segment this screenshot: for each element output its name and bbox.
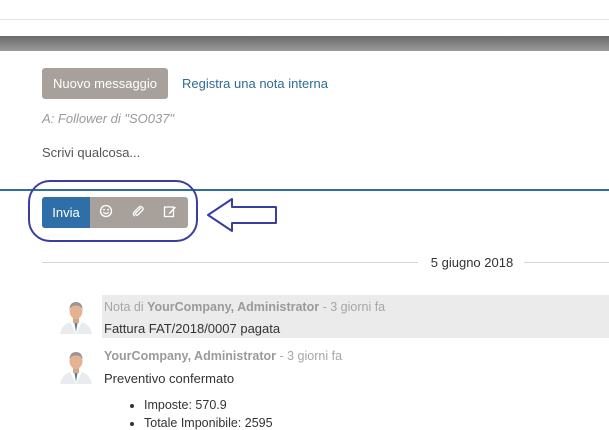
log-note-link[interactable]: Registra una nota interna (182, 76, 328, 91)
chatter-top-divider (0, 36, 609, 51)
emoji-button[interactable] (90, 197, 122, 228)
message-author[interactable]: YourCompany, Administrator (104, 349, 276, 363)
message-body: Fattura FAT/2018/0007 pagata (104, 321, 281, 336)
date-separator-line (524, 262, 609, 263)
full-composer-button[interactable] (154, 197, 186, 228)
annotation-arrow-icon (207, 198, 277, 232)
recipients-line: A: Follower di "SO037" (42, 111, 175, 126)
send-button[interactable]: Invia (42, 197, 90, 228)
date-separator-line (42, 262, 418, 263)
message-input[interactable]: Scrivi qualcosa... (42, 145, 140, 160)
tracking-values-list: Imposte: 570.9 Totale Imponibile: 2595 (128, 396, 273, 430)
message-date: - 3 giorni fa (276, 349, 343, 363)
avatar[interactable] (58, 298, 94, 334)
avatar[interactable] (58, 348, 94, 384)
message-date: - 3 giorni fa (319, 300, 386, 314)
list-item: Totale Imponibile: 2595 (144, 414, 273, 430)
message-author-line: Nota di YourCompany, Administrator - 3 g… (104, 300, 385, 314)
list-item: Imposte: 570.9 (144, 396, 273, 414)
message-author-line: YourCompany, Administrator - 3 giorni fa (104, 349, 342, 363)
emoji-icon (99, 204, 113, 221)
top-panel (0, 0, 609, 20)
message-prefix: Nota di (104, 300, 148, 314)
message-author[interactable]: YourCompany, Administrator (147, 300, 319, 314)
message-body: Preventivo confermato (104, 371, 235, 386)
attach-file-button[interactable] (122, 197, 154, 228)
date-separator: 5 giugno 2018 (430, 255, 514, 270)
new-message-button[interactable]: Nuovo messaggio (42, 68, 168, 99)
composer-toolbar: Invia (42, 197, 188, 228)
paperclip-icon (131, 204, 145, 221)
full-composer-icon (163, 204, 177, 221)
